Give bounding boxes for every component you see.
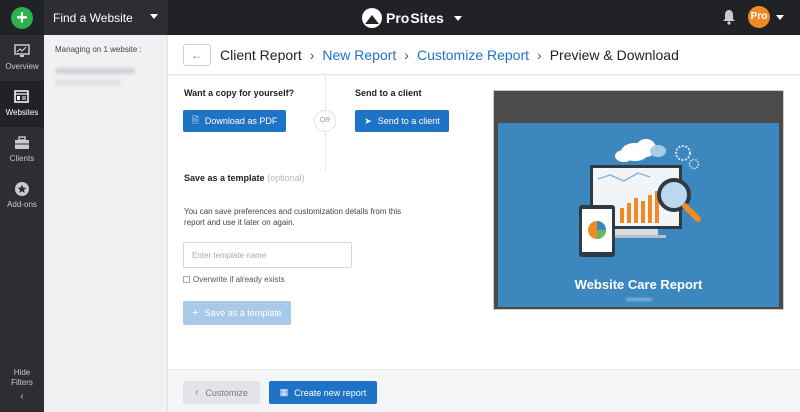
websites-icon <box>14 90 29 103</box>
hide-filters-toggle[interactable]: Hide Filters ‹ <box>0 368 44 402</box>
send-heading: Send to a client <box>355 88 422 98</box>
chevron-left-icon: ‹ <box>20 391 24 402</box>
top-bar: + Find a Website Pro Sites Pro <box>0 0 800 35</box>
find-website-dropdown[interactable]: Find a Website <box>44 0 168 35</box>
bell-icon[interactable] <box>722 9 736 25</box>
template-heading: Save as a template (optional) <box>184 173 305 183</box>
nav-overview-label: Overview <box>5 62 39 71</box>
save-template-button[interactable]: + Save as a template <box>183 301 291 325</box>
send-to-client-button[interactable]: ➤ Send to a client <box>355 110 449 132</box>
copy-heading: Want a copy for yourself? <box>184 88 295 98</box>
send-plane-icon: ➤ <box>364 115 372 126</box>
website-filter-panel: Managing on 1 website : <box>44 35 168 412</box>
brand-menu[interactable]: Pro Sites <box>362 7 462 29</box>
managing-text: Managing on 1 website : <box>55 45 142 54</box>
star-badge-icon <box>15 182 29 196</box>
nav-clients-label: Clients <box>9 154 35 163</box>
nav-websites[interactable]: Websites <box>0 81 49 127</box>
nav-overview[interactable]: Overview <box>0 35 44 81</box>
overwrite-checkbox-row[interactable]: Overwrite if already exists <box>183 275 285 284</box>
breadcrumb-client-report: Client Report <box>220 46 302 63</box>
download-pdf-label: Download as PDF <box>204 116 278 126</box>
chevron-right-icon: › <box>404 46 409 63</box>
nav-addons[interactable]: Add-ons <box>0 173 44 219</box>
hide-filters-label: Hide Filters <box>11 368 33 387</box>
briefcase-icon <box>15 136 29 149</box>
breadcrumb: ← Client Report › New Report › Customize… <box>168 35 800 75</box>
send-to-client-label: Send to a client <box>377 116 440 126</box>
cloud-icon <box>615 139 656 162</box>
or-label: OR <box>314 110 336 132</box>
overwrite-label: Overwrite if already exists <box>193 275 285 284</box>
create-new-report-button[interactable]: ▦ Create new report <box>269 381 377 404</box>
website-url-blurred[interactable] <box>55 68 135 74</box>
nav-websites-label: Websites <box>5 108 39 117</box>
report-preview: Website Care Report <box>493 90 784 310</box>
footer-bar: ‹ Customize ▦ Create new report <box>168 369 800 412</box>
chevron-left-icon: ‹ <box>195 387 199 398</box>
analytics-illustration <box>579 139 701 257</box>
gear-icon <box>675 145 691 161</box>
breadcrumb-new-report[interactable]: New Report <box>322 47 396 63</box>
save-template-label: Save as a template <box>204 308 282 318</box>
preview-subtitle-blurred <box>626 298 652 301</box>
chevron-right-icon: › <box>309 46 315 63</box>
account-avatar[interactable]: Pro <box>748 6 770 28</box>
prosites-logo-icon <box>362 8 382 28</box>
caret-down-icon <box>453 15 462 21</box>
caret-down-icon <box>150 14 158 19</box>
optional-label: (optional) <box>267 173 305 183</box>
plus-icon: + <box>11 6 33 29</box>
gear-icon <box>688 158 700 170</box>
overwrite-checkbox[interactable] <box>183 276 190 283</box>
download-pdf-button[interactable]: 🗎 Download as PDF <box>183 110 286 132</box>
chevron-right-icon: › <box>537 46 542 63</box>
caret-down-icon[interactable] <box>776 15 784 20</box>
back-button[interactable]: ← <box>183 43 211 66</box>
report-icon: ▦ <box>279 387 289 397</box>
website-sub-blurred <box>55 80 121 85</box>
preview-header-strip <box>494 91 783 123</box>
breadcrumb-customize-report[interactable]: Customize Report <box>417 47 529 63</box>
template-name-input[interactable] <box>183 242 352 268</box>
preview-title: Website Care Report <box>574 277 703 292</box>
nav-clients[interactable]: Clients <box>0 127 44 173</box>
monitor-icon <box>14 44 30 57</box>
main-panel: Want a copy for yourself? 🗎 Download as … <box>168 76 800 369</box>
customize-label: Customize <box>205 387 248 398</box>
customize-button[interactable]: ‹ Customize <box>183 381 260 404</box>
brand-pro: Pro <box>386 10 410 26</box>
plus-icon: + <box>192 307 199 319</box>
arrow-left-icon: ← <box>191 47 203 62</box>
left-nav: Overview Websites Clients Add-ons Hide F… <box>0 35 49 412</box>
nav-addons-label: Add-ons <box>7 200 37 209</box>
preview-cover: Website Care Report <box>498 123 779 307</box>
breadcrumb-preview-download: Preview & Download <box>549 46 679 63</box>
create-new-report-label: Create new report <box>294 387 367 398</box>
find-website-label: Find a Website <box>53 10 133 25</box>
file-pdf-icon: 🗎 <box>191 115 199 125</box>
brand-sites: Sites <box>410 10 444 26</box>
template-help-text: You can save preferences and customizati… <box>184 207 402 227</box>
add-button[interactable]: + <box>0 0 44 35</box>
